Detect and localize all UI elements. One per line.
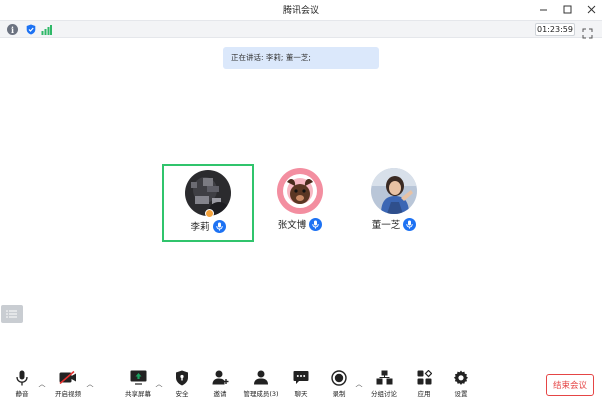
record-label: 录制 <box>332 390 346 398</box>
apps-button[interactable]: 应用 <box>414 369 434 401</box>
avatar <box>277 168 323 214</box>
chat-label: 聊天 <box>294 390 308 398</box>
participant-name: 董一芝 <box>371 220 401 231</box>
invite-label: 邀请 <box>213 390 227 398</box>
mic-on-icon <box>309 217 323 231</box>
end-meeting-button[interactable]: 结束会议 <box>546 374 594 396</box>
participant-name-row: 李莉 <box>164 219 252 233</box>
chat-button[interactable]: 聊天 <box>291 369 311 401</box>
participant-name: 李莉 <box>190 222 210 233</box>
settings-button[interactable]: 设置 <box>451 369 471 401</box>
shield-icon <box>173 369 191 386</box>
window-controls <box>536 1 598 17</box>
share-screen-button[interactable]: 共享屏幕 <box>123 369 153 401</box>
breakout-icon <box>375 369 393 386</box>
chat-icon <box>292 369 310 386</box>
mute-label: 静音 <box>15 390 29 398</box>
meeting-timer: 01:23:59 <box>535 23 575 36</box>
share-options-chevron-up-icon[interactable]: ︿ <box>155 380 163 388</box>
participant-name-row: 董一芝 <box>348 217 440 231</box>
share-screen-icon <box>129 369 147 386</box>
security-label: 安全 <box>175 390 189 398</box>
speaking-indicator: 正在讲话: 李莉; 董一芝; <box>223 47 379 69</box>
start-video-button[interactable]: 开启视频 <box>51 369 85 401</box>
video-options-chevron-up-icon[interactable]: ︿ <box>86 380 94 388</box>
member-list-toggle[interactable] <box>1 305 23 323</box>
participant-tile[interactable]: 董一芝 <box>348 164 440 242</box>
participant-name-row: 张文博 <box>254 217 346 231</box>
mic-on-icon <box>403 217 417 231</box>
security-button[interactable]: 安全 <box>172 369 192 401</box>
add-user-icon <box>211 369 229 386</box>
signal-icon[interactable] <box>41 24 52 35</box>
microphone-icon <box>13 369 31 386</box>
members-icon <box>252 369 270 386</box>
meeting-toolbar: 静音 ︿ 开启视频 ︿ 共享屏幕 ︿ 安全 邀请 管理成员(3) 聊天 录制 ︿… <box>0 365 602 401</box>
title-bar: 腾讯会议 <box>0 0 602 20</box>
status-strip: i 01:23:59 <box>0 20 602 39</box>
window-title: 腾讯会议 <box>282 6 319 16</box>
record-options-chevron-up-icon[interactable]: ︿ <box>355 380 363 388</box>
invite-button[interactable]: 邀请 <box>209 369 231 401</box>
record-icon <box>330 369 348 386</box>
close-icon[interactable] <box>584 1 598 17</box>
minimize-icon[interactable] <box>536 1 550 17</box>
record-button[interactable]: 录制 <box>329 369 349 401</box>
participant-tile[interactable]: 张文博 <box>254 164 346 242</box>
settings-label: 设置 <box>454 390 468 398</box>
apps-label: 应用 <box>417 390 431 398</box>
manage-members-button[interactable]: 管理成员(3) <box>242 369 280 401</box>
manage-members-label: 管理成员(3) <box>243 390 279 398</box>
mute-options-chevron-up-icon[interactable]: ︿ <box>38 380 46 388</box>
participant-name: 张文博 <box>277 220 307 231</box>
avatar <box>371 168 417 214</box>
fullscreen-icon[interactable] <box>582 24 593 39</box>
info-icon[interactable]: i <box>7 24 18 35</box>
breakout-label: 分组讨论 <box>371 390 397 398</box>
shield-icon[interactable] <box>25 24 36 35</box>
host-icon <box>205 209 214 218</box>
participant-tile[interactable]: 李莉 <box>162 164 254 242</box>
breakout-button[interactable]: 分组讨论 <box>369 369 399 401</box>
mic-on-icon <box>212 219 226 233</box>
mute-button[interactable]: 静音 <box>10 369 34 401</box>
maximize-icon[interactable] <box>560 1 574 17</box>
gear-icon <box>452 369 470 386</box>
apps-icon <box>415 369 433 386</box>
video-off-icon <box>59 369 77 386</box>
start-video-label: 开启视频 <box>55 390 81 398</box>
list-icon <box>6 310 17 318</box>
share-screen-label: 共享屏幕 <box>125 390 151 398</box>
